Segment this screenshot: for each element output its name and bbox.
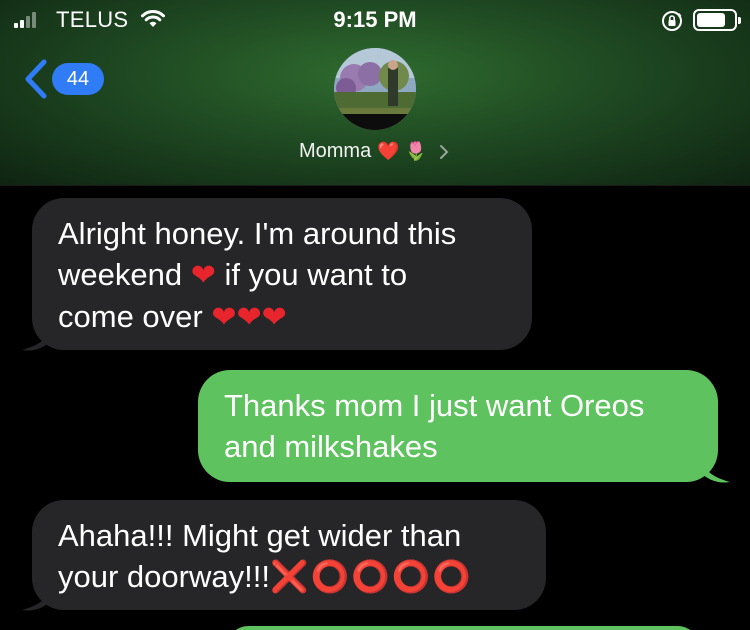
message-line: Alright honey. I'm around this [58, 216, 457, 251]
rotation-lock-icon [662, 11, 682, 31]
partial-message-bubble[interactable] [228, 626, 698, 630]
outgoing-message-bubble[interactable]: Thanks mom I just want Oreos and milksha… [198, 370, 718, 482]
contact-name: Momma [298, 140, 372, 162]
battery-icon [693, 9, 741, 31]
message-line: come over ❤❤❤ [58, 299, 287, 334]
xo-emoji: ❌⭕⭕⭕⭕ [269, 559, 473, 594]
status-bar: TELUS 9:15 PM [0, 0, 750, 40]
bubble-tail [22, 586, 52, 611]
message-line: Thanks mom I just want Oreos [224, 388, 645, 423]
message-line: your doorway!!!❌⭕⭕⭕⭕ [58, 559, 473, 594]
back-button[interactable]: 44 [20, 56, 120, 102]
heart-emoji: ❤ [190, 259, 216, 292]
heart-emoji: ❤ [236, 301, 262, 334]
chevron-left-icon [25, 59, 47, 99]
status-time: 9:15 PM [333, 7, 417, 32]
message-line: weekend ❤ if you want to [58, 257, 408, 292]
bubble-tail [22, 326, 52, 351]
contact-avatar[interactable] [334, 48, 416, 130]
chevron-right-icon [440, 144, 449, 159]
contact-info-button[interactable]: Momma ❤️ 🌷 [0, 140, 750, 163]
contact-emoji: ❤️ 🌷 [377, 141, 428, 161]
heart-emoji: ❤ [211, 301, 237, 334]
message-line: and milkshakes [224, 429, 438, 464]
conversation-header: TELUS 9:15 PM 44 Momma ❤️ 🌷 [0, 0, 750, 186]
message-line: Ahaha!!! Might get wider than [58, 518, 462, 553]
unread-count-badge: 44 [52, 63, 104, 95]
heart-emoji: ❤ [261, 301, 287, 334]
bubble-tail [700, 458, 730, 483]
incoming-message-bubble[interactable]: Ahaha!!! Might get wider than your doorw… [32, 500, 546, 610]
incoming-message-bubble[interactable]: Alright honey. I'm around this weekend ❤… [32, 198, 532, 350]
contact-photo-image [334, 48, 416, 130]
